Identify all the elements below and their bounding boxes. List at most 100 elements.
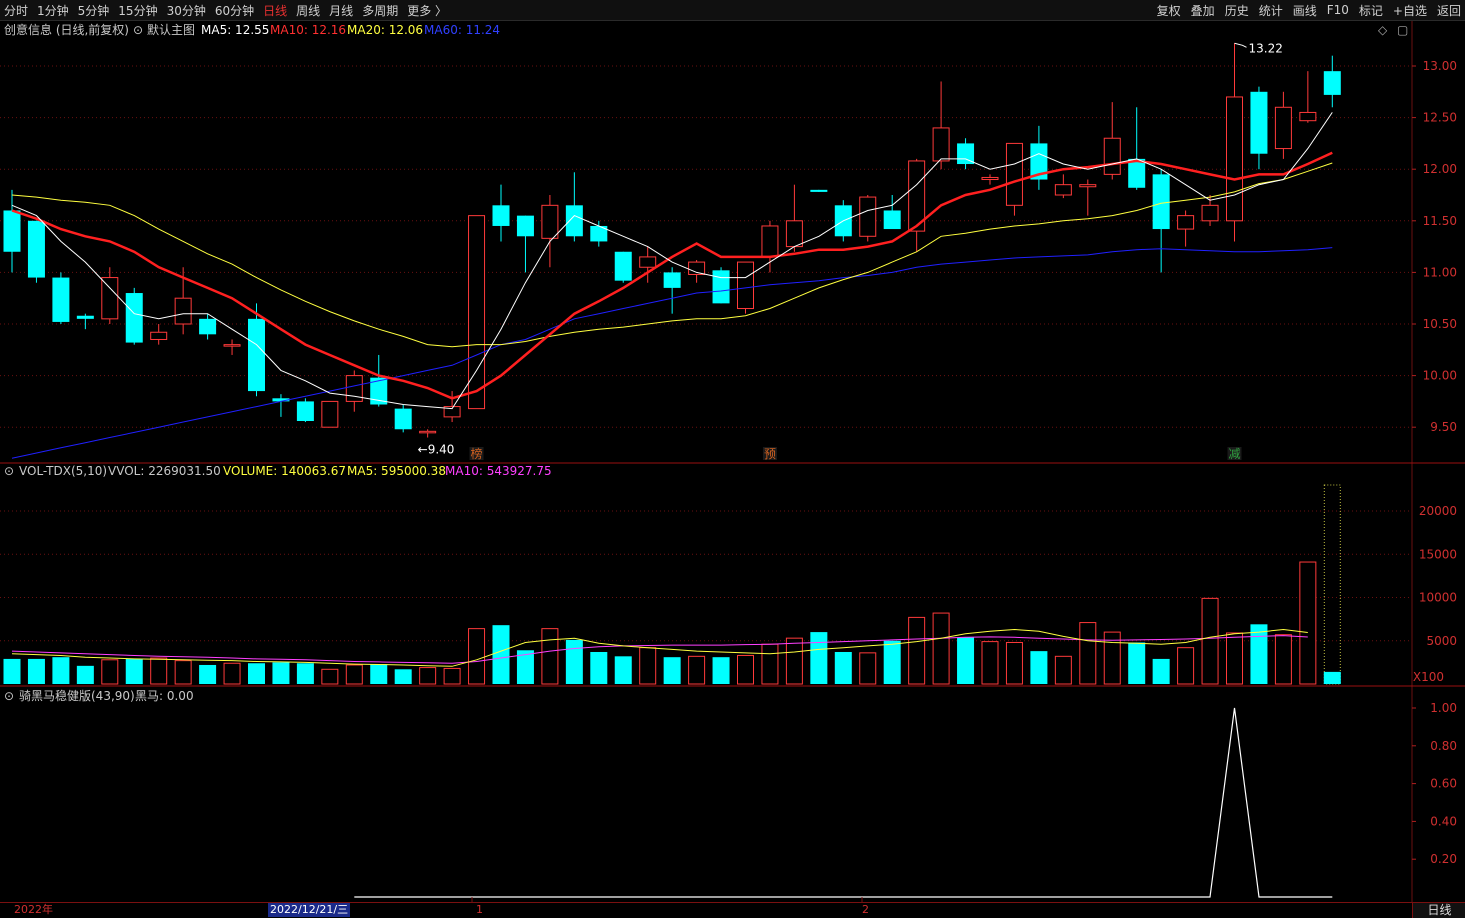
volume-bar	[1274, 634, 1292, 685]
period-tab[interactable]: 月线	[329, 2, 353, 19]
volume-bar	[1079, 622, 1097, 685]
vol-ma5-label: MA5: 595000.38	[347, 464, 446, 478]
candle-body	[1054, 184, 1072, 196]
vvol-label: VVOL: 2269031.50	[108, 464, 221, 478]
event-marker: 预	[764, 447, 776, 461]
volume-bar	[370, 664, 388, 684]
chart-canvas[interactable]: 13.00 12.50 12.00 11.50 11.00 10.50 10.00 9.50 2…	[0, 21, 1465, 902]
volume-bar	[810, 632, 828, 684]
tool-button[interactable]: F10	[1327, 3, 1349, 17]
candle-body	[565, 205, 583, 237]
volume-bar	[908, 616, 926, 685]
period-tab[interactable]: 更多 〉	[407, 2, 447, 19]
candle-body	[1299, 111, 1317, 122]
volume-bar	[932, 612, 950, 685]
candle-body	[296, 401, 314, 422]
period-tab[interactable]: 分时	[4, 2, 28, 19]
volume-indicator-name[interactable]: VOL-TDX(5,10)	[19, 464, 107, 478]
price-tick-label: 9.50	[1430, 420, 1457, 434]
low-price-label: ←9.40	[418, 443, 455, 457]
tool-buttons: 复权 叠加 历史 统计 画线 F10 标记 +自选 返回	[1147, 0, 1461, 20]
volume-bar	[834, 651, 852, 684]
indicator-name[interactable]: 骑黑马稳健版(43,90)	[19, 689, 135, 703]
tool-button[interactable]: 复权	[1157, 2, 1181, 19]
volume-bar	[957, 637, 975, 684]
candle-body	[541, 204, 559, 239]
panel-toggle-icon[interactable]: ▢	[1397, 23, 1408, 37]
candle-body	[1177, 215, 1195, 230]
volume-bar	[296, 663, 314, 684]
candle-body	[419, 430, 437, 434]
period-tab[interactable]: 1分钟	[37, 2, 69, 19]
tool-button[interactable]: 叠加	[1191, 2, 1215, 19]
volume-bar	[125, 658, 143, 684]
chevron-down-icon[interactable]: ⊙	[4, 464, 14, 478]
chevron-down-icon[interactable]: ⊙	[133, 23, 143, 37]
tool-button[interactable]: 标记	[1359, 2, 1383, 19]
volume-bar	[1030, 651, 1048, 684]
volume-bar	[272, 662, 290, 684]
candle-body	[174, 297, 192, 325]
chevron-down-icon[interactable]: ⊙	[4, 689, 14, 703]
volume-bar	[223, 662, 241, 685]
volume-bar	[590, 651, 608, 684]
candle-body	[761, 225, 779, 258]
period-tab[interactable]: 15分钟	[118, 2, 157, 19]
candle-body	[663, 272, 681, 288]
volume-bar	[443, 667, 461, 685]
ma5-label: MA5: 12.55	[201, 23, 270, 37]
ma20-label: MA20: 12.06	[347, 23, 424, 37]
period-tab[interactable]: 日线	[263, 2, 287, 19]
volume-tick-label: 10000	[1419, 591, 1457, 605]
period-tab[interactable]: 60分钟	[215, 2, 254, 19]
indicator-tick-label: 1.00	[1430, 701, 1457, 715]
tool-button[interactable]: 画线	[1293, 2, 1317, 19]
candle-body	[1226, 96, 1243, 222]
tool-button[interactable]: 统计	[1259, 2, 1283, 19]
price-tick-label: 13.00	[1423, 59, 1457, 73]
tool-button[interactable]: 历史	[1225, 2, 1249, 19]
price-tick-label: 10.00	[1423, 369, 1457, 383]
volume-bar	[419, 667, 437, 685]
volume-bar	[76, 665, 94, 684]
period-tab[interactable]: 周线	[296, 2, 320, 19]
ma10-label: MA10: 12.16	[270, 23, 347, 37]
cursor-date: 2022/12/21/三	[268, 903, 351, 917]
candle-body	[785, 220, 803, 248]
period-tab[interactable]: 5分钟	[78, 2, 110, 19]
volume-bar	[737, 654, 754, 685]
candle-body	[712, 270, 730, 304]
volume-bar	[1250, 624, 1268, 684]
volume-bar	[345, 664, 363, 685]
tool-button[interactable]: +自选	[1393, 2, 1427, 19]
period-tab[interactable]: 多周期	[362, 2, 398, 19]
volume-bar	[492, 625, 510, 684]
tool-button[interactable]: 返回	[1437, 2, 1461, 19]
candle-body	[1103, 137, 1121, 175]
signal-line	[354, 707, 1333, 898]
ma5-line	[11, 112, 1333, 410]
candle-body	[52, 277, 70, 322]
main-indicator-name[interactable]: 默认主图	[147, 23, 195, 37]
candle-body	[810, 189, 828, 192]
period-tab[interactable]: 30分钟	[167, 2, 206, 19]
volume-bar	[52, 657, 70, 684]
volume-bar-highlight	[1323, 484, 1341, 685]
volume-bar	[639, 647, 657, 685]
candle-body	[223, 344, 241, 347]
volume-bar	[859, 652, 877, 685]
diamond-icon[interactable]: ◇	[1378, 23, 1387, 37]
candle-body	[859, 196, 877, 237]
volume-bar	[1152, 658, 1170, 684]
candle-body	[1079, 184, 1097, 188]
indicator-tick-label: 0.80	[1430, 739, 1457, 753]
period-tabs: 分时 1分钟 5分钟 15分钟 30分钟 60分钟 日线 周线 月线 多周期 更多 〉	[4, 0, 456, 20]
volume-bar	[688, 655, 706, 685]
event-marker: 减	[1228, 447, 1240, 461]
high-pointer	[1234, 42, 1247, 48]
volume-bar	[1201, 597, 1219, 685]
period-button[interactable]: 日线	[1412, 902, 1465, 918]
price-tick-label: 10.50	[1423, 317, 1457, 331]
volume-bar	[1177, 647, 1195, 685]
candle-body	[737, 261, 754, 310]
